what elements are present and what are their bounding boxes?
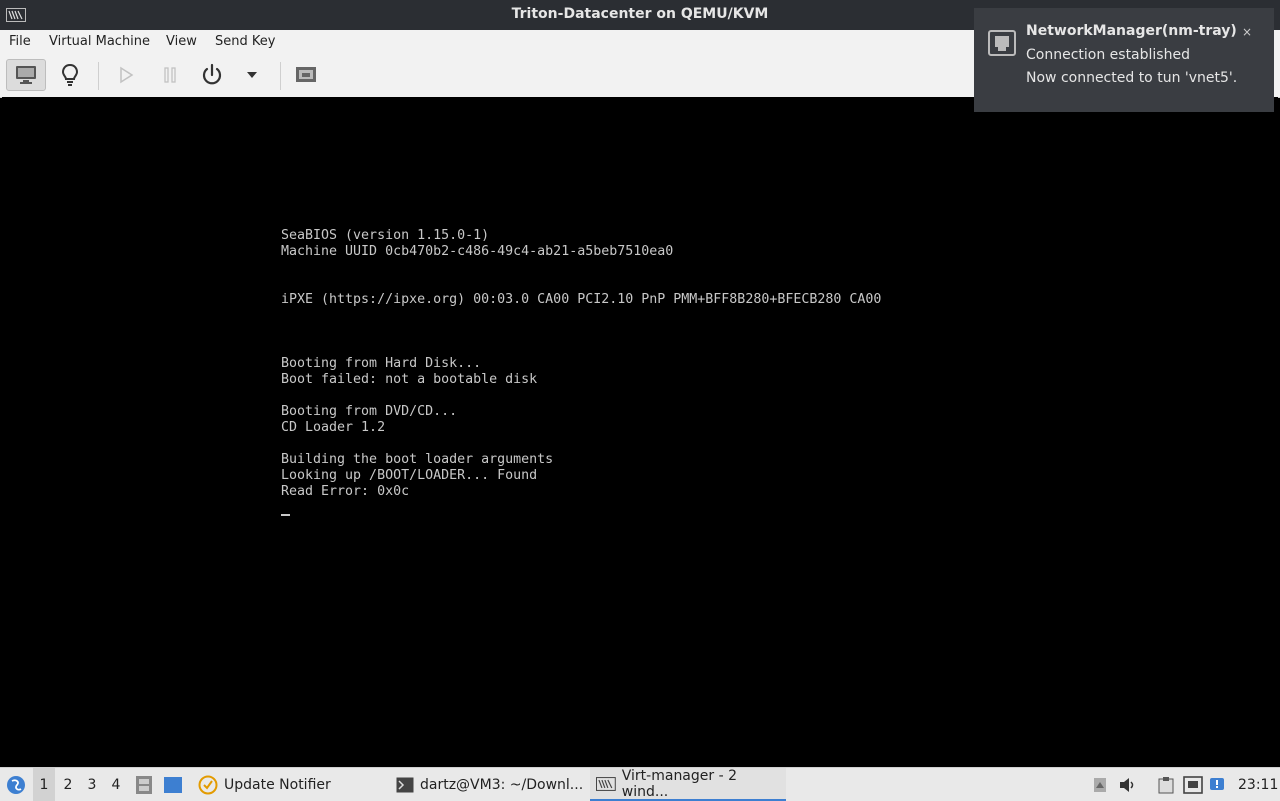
clock[interactable]: 23:11: [1238, 768, 1278, 801]
vm-console-display[interactable]: SeaBIOS (version 1.15.0-1) Machine UUID …: [2, 97, 1278, 767]
console-line: Building the boot loader arguments: [281, 452, 554, 467]
power-icon: [202, 63, 222, 85]
start-menu-button[interactable]: [4, 768, 28, 801]
terminal-icon: [396, 777, 414, 792]
update-notifier-icon: [198, 775, 218, 794]
task-virt-manager[interactable]: Virt-manager - 2 wind...: [590, 768, 786, 801]
desktop-switch-4[interactable]: 4: [105, 768, 127, 801]
desktop-switch-1[interactable]: 1: [33, 768, 55, 801]
task-terminal[interactable]: dartz@VM3: ~/Downl...: [390, 768, 591, 801]
desktop-switch-2[interactable]: 2: [57, 768, 79, 801]
clipboard-tray-button[interactable]: [1156, 768, 1176, 801]
power-menu-button[interactable]: [236, 59, 268, 91]
notification-body-line: Now connected to tun 'vnet5'.: [1026, 70, 1238, 86]
network-icon: [1183, 775, 1203, 794]
volume-icon: [1120, 777, 1134, 792]
console-line: SeaBIOS (version 1.15.0-1): [281, 228, 490, 243]
console-line: CD Loader 1.2: [281, 420, 386, 435]
run-button[interactable]: [106, 59, 146, 91]
network-tray-button[interactable]: [1182, 768, 1204, 801]
task-label: dartz@VM3: ~/Downl...: [420, 776, 584, 793]
details-lightbulb-icon: [61, 63, 79, 86]
console-line: Booting from Hard Disk...: [281, 356, 482, 371]
menu-file[interactable]: File: [9, 34, 31, 49]
file-manager-launcher[interactable]: [134, 768, 154, 801]
close-icon[interactable]: ×: [1242, 25, 1252, 39]
desktop-icon: [164, 776, 182, 793]
console-line: Read Error: 0x0c: [281, 484, 410, 499]
file-cabinet-icon: [136, 775, 152, 794]
notification-title: NetworkManager(nm-tray): [1026, 23, 1237, 39]
pause-icon: [164, 67, 176, 83]
notification-body-line: Connection established: [1026, 47, 1190, 63]
toolbar-separator: [98, 62, 99, 90]
console-line: Boot failed: not a bootable disk: [281, 372, 538, 387]
run-icon: [120, 66, 134, 84]
menu-view[interactable]: View: [166, 34, 197, 49]
fullscreen-button[interactable]: [286, 59, 326, 91]
desktop-switch-3[interactable]: 3: [81, 768, 103, 801]
menu-send-key[interactable]: Send Key: [215, 34, 275, 49]
clipboard-icon: [1158, 776, 1174, 793]
bios-output: SeaBIOS (version 1.15.0-1) Machine UUID …: [281, 228, 881, 500]
show-desktop-button[interactable]: [162, 768, 184, 801]
notification-popup[interactable]: NetworkManager(nm-tray) Connection estab…: [974, 8, 1274, 112]
toolbar-separator: [280, 62, 281, 90]
updates-icon: [1094, 777, 1106, 792]
fullscreen-icon: [296, 67, 316, 82]
console-line: Looking up /BOOT/LOADER... Found: [281, 468, 538, 483]
console-view-button[interactable]: [6, 59, 46, 91]
dropdown-arrow-icon: [247, 72, 257, 78]
task-update-notifier[interactable]: Update Notifier: [192, 768, 388, 801]
volume-tray-button[interactable]: [1118, 768, 1138, 801]
console-line: Booting from DVD/CD...: [281, 404, 458, 419]
menu-virtual-machine[interactable]: Virtual Machine: [49, 34, 150, 49]
details-button[interactable]: [50, 59, 90, 91]
console-line: iPXE (https://ipxe.org) 00:03.0 CA00 PCI…: [281, 292, 882, 307]
updates-tray-button[interactable]: [1091, 768, 1109, 801]
notifications-icon: [1210, 777, 1224, 790]
network-wired-icon: [988, 30, 1016, 56]
start-menu-icon: [7, 775, 25, 794]
text-cursor: [281, 514, 290, 516]
task-label: Update Notifier: [224, 776, 331, 793]
virt-manager-icon: [596, 776, 616, 791]
console-view-icon: [16, 66, 36, 84]
notifications-tray-button[interactable]: [1208, 768, 1228, 801]
task-label: Virt-manager - 2 wind...: [621, 767, 738, 800]
pause-button[interactable]: [150, 59, 190, 91]
power-button[interactable]: [192, 59, 232, 91]
taskbar: 1 2 3 4 Update Notifier dartz@VM3: ~/Dow…: [0, 767, 1280, 801]
console-line: Machine UUID 0cb470b2-c486-49c4-ab21-a5b…: [281, 244, 674, 259]
